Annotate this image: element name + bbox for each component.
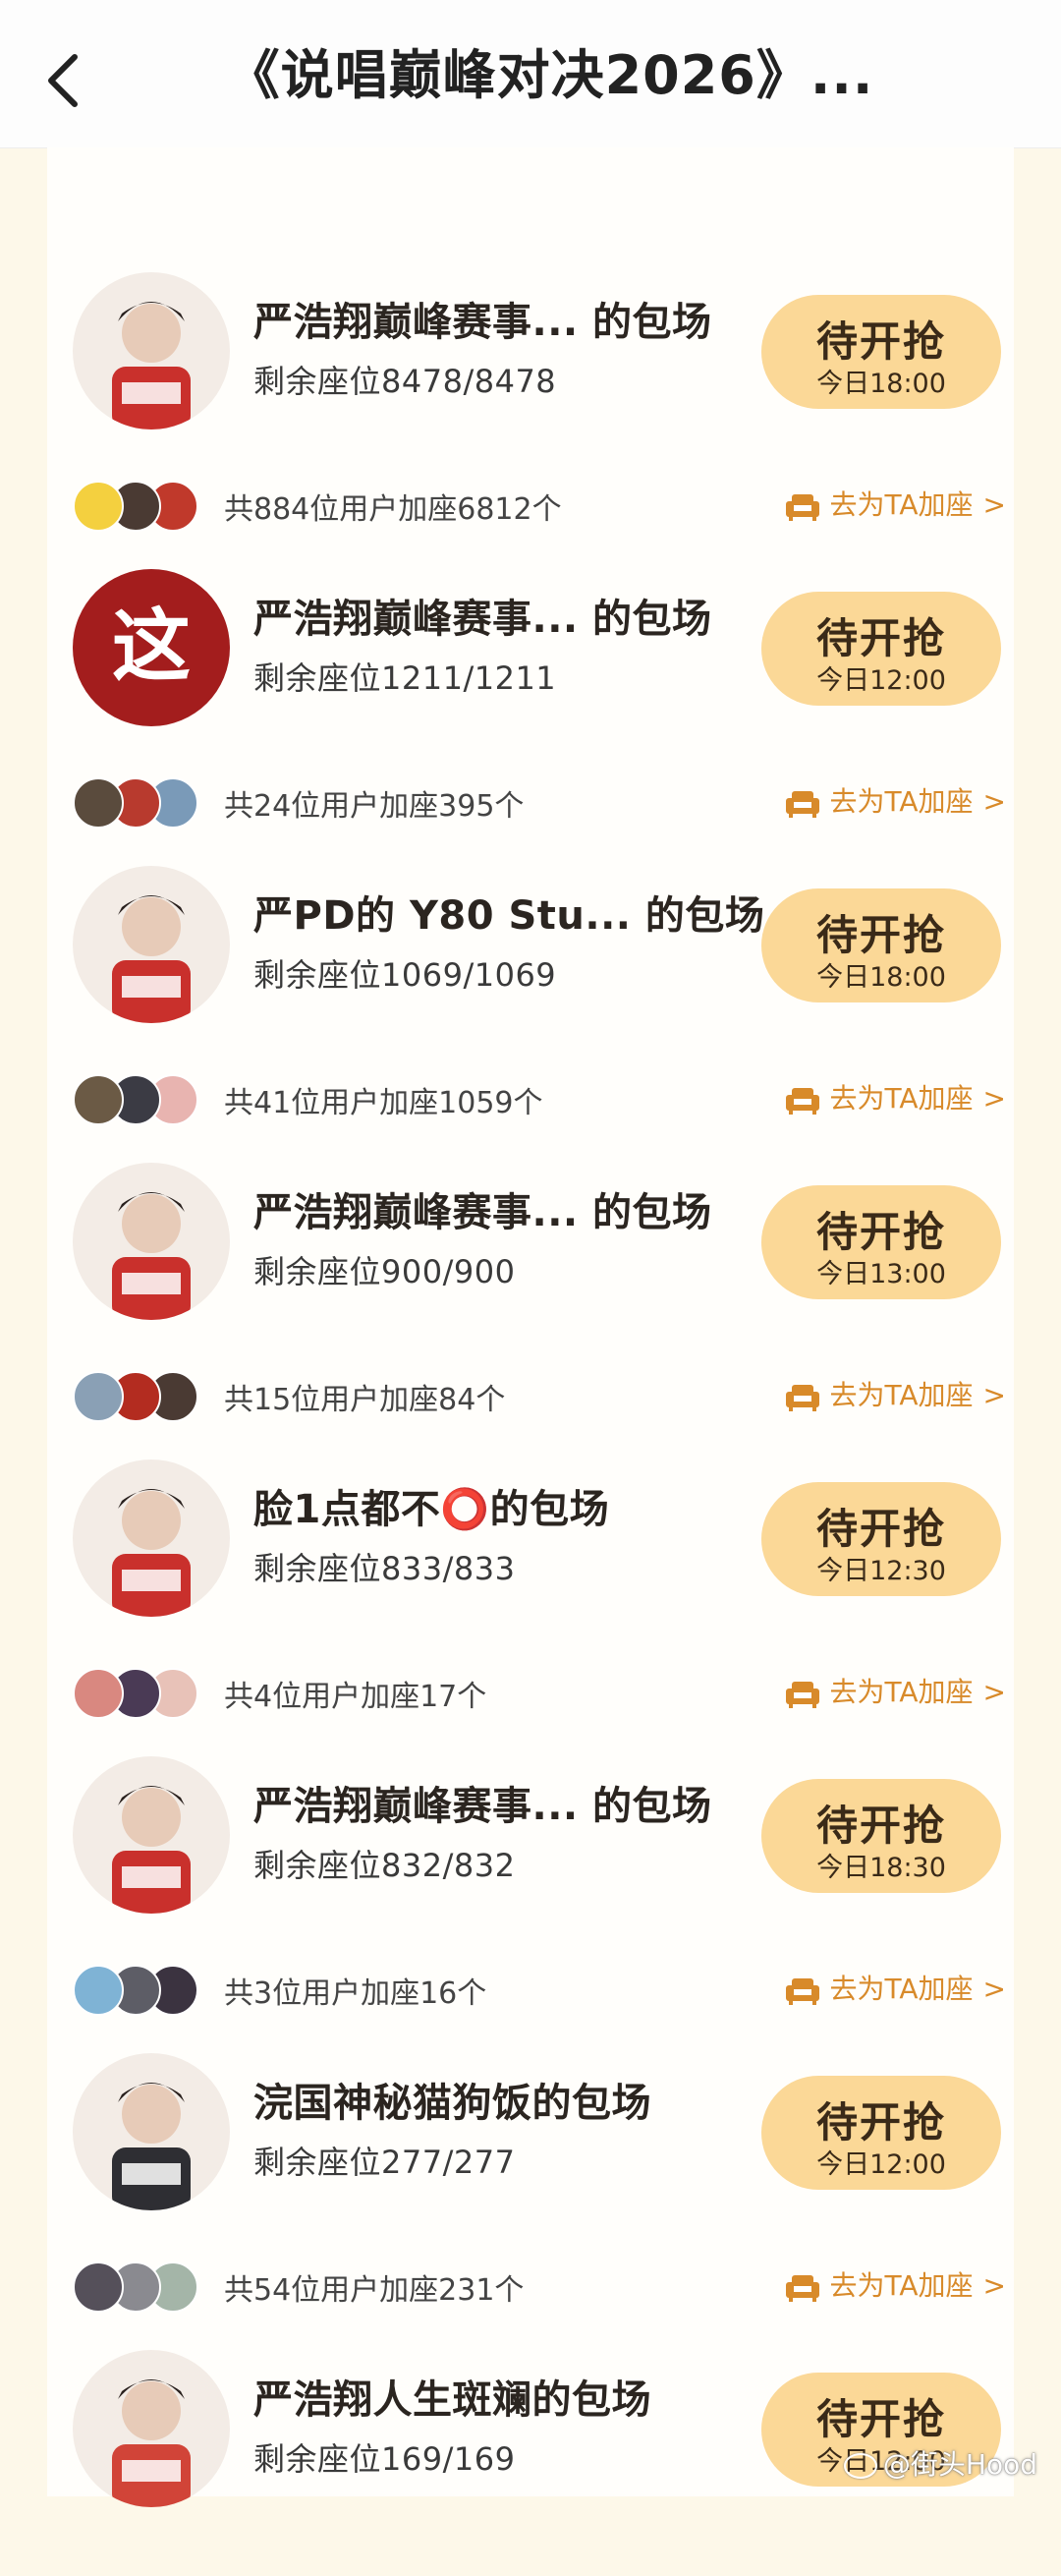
grab-ticket-button[interactable]: 待开抢 今日13:00 — [761, 1185, 1001, 1299]
remaining-seats: 剩余座位8478/8478 — [253, 363, 557, 400]
event-row[interactable]: 严PD的 Y80 Stu... 的包场剩余座位1069/1069 待开抢 今日18:… — [47, 795, 1014, 1125]
button-label: 待开抢 — [815, 2395, 946, 2443]
button-label: 待开抢 — [815, 317, 946, 366]
user-avatar — [73, 1371, 124, 1422]
back-arrow-icon[interactable] — [41, 51, 90, 110]
user-avatars — [73, 777, 210, 829]
event-title: 严浩翔巅峰赛事... 的包场 — [253, 300, 712, 345]
event-row[interactable]: 浣国神秘猫狗饭的包场 剩余座位277/277 待开抢 今日12:00 共54位用户加座2… — [47, 1982, 1014, 2313]
remaining-seats: 剩余座位169/169 — [253, 2440, 516, 2478]
button-label: 待开抢 — [815, 1505, 946, 1553]
event-row[interactable]: 严浩翔巅峰赛事... 的包场 剩余座位900/900 待开抢 今日13:00 共15位用… — [47, 1092, 1014, 1422]
grab-ticket-button[interactable]: 待开抢 今日18:30 — [761, 1779, 1001, 1893]
event-avatar[interactable] — [73, 272, 230, 429]
user-avatars — [73, 1965, 210, 2016]
event-list-panel: 严浩翔巅峰赛事... 的包场 剩余座位8478/8478 待开抢 今日18:00 共88… — [47, 147, 1014, 2507]
event-title: 严浩翔巅峰赛事... 的包场 — [253, 1784, 712, 1829]
event-row[interactable]: 严浩翔人生斑斓的包场 剩余座位169/169 待开抢 今日12:00 — [47, 2279, 1014, 2576]
user-avatar — [73, 481, 124, 532]
event-title: 严浩翔巅峰赛事... 的包场 — [253, 1190, 712, 1235]
event-row[interactable]: 严浩翔巅峰赛事... 的包场 剩余座位832/832 待开抢 今日18:30 共3位用户… — [47, 1686, 1014, 2016]
remaining-seats: 剩余座位832/832 — [253, 1847, 516, 1884]
event-list: 严浩翔巅峰赛事... 的包场 剩余座位8478/8478 待开抢 今日18:00 共88… — [47, 201, 1014, 2576]
weibo-icon — [843, 2453, 877, 2479]
start-time: 今日18:00 — [816, 962, 946, 993]
event-avatar[interactable] — [73, 2053, 230, 2210]
user-avatars — [73, 1668, 210, 1719]
start-time: 今日18:00 — [816, 369, 946, 399]
button-label: 待开抢 — [815, 1802, 946, 1850]
start-time: 今日12:00 — [816, 2149, 946, 2180]
event-avatar[interactable]: 这 — [73, 569, 230, 726]
remaining-seats: 剩余座位833/833 — [253, 1550, 516, 1587]
grab-ticket-button[interactable]: 待开抢 今日18:00 — [761, 295, 1001, 409]
event-row[interactable]: 脸1点都不⭕的包场 剩余座位833/833 待开抢 今日12:30 共4位用户加座17个… — [47, 1389, 1014, 1719]
start-time: 今日12:00 — [816, 665, 946, 696]
remaining-seats: 剩余座位1211/1211 — [253, 659, 557, 697]
start-time: 今日18:30 — [816, 1853, 946, 1883]
user-avatars — [73, 1074, 210, 1125]
nav-bar: 《说唱巅峰对决2026》... — [0, 0, 1061, 148]
user-avatars — [73, 2261, 210, 2313]
watermark: @街头Hood — [843, 2443, 1037, 2483]
page-title: 《说唱巅峰对决2026》... — [226, 44, 874, 106]
user-avatar — [73, 2261, 124, 2313]
start-time: 今日13:00 — [816, 1259, 946, 1289]
event-avatar[interactable] — [73, 1460, 230, 1617]
grab-ticket-button[interactable]: 待开抢 今日12:30 — [761, 1482, 1001, 1596]
user-avatars — [73, 481, 210, 532]
button-label: 待开抢 — [815, 1208, 946, 1256]
user-avatar — [73, 1074, 124, 1125]
grab-ticket-button[interactable]: 待开抢 今日12:00 — [761, 2076, 1001, 2190]
user-avatar — [73, 777, 124, 829]
grab-ticket-button[interactable]: 待开抢 今日18:00 — [761, 888, 1001, 1002]
button-label: 待开抢 — [815, 911, 946, 959]
user-avatar — [73, 1668, 124, 1719]
remaining-seats: 剩余座位900/900 — [253, 1253, 516, 1290]
grab-ticket-button[interactable]: 待开抢 今日12:00 — [761, 592, 1001, 706]
user-avatar — [73, 1965, 124, 2016]
event-avatar[interactable] — [73, 2350, 230, 2507]
button-label: 待开抢 — [815, 2098, 946, 2147]
start-time: 今日12:30 — [816, 1556, 946, 1586]
event-title: 脸1点都不⭕的包场 — [253, 1487, 610, 1532]
event-title: 严浩翔巅峰赛事... 的包场 — [253, 597, 712, 642]
user-avatars — [73, 1371, 210, 1422]
event-title: 浣国神秘猫狗饭的包场 — [253, 2081, 651, 2126]
event-row[interactable]: 这严浩翔巅峰赛事... 的包场 剩余座位1211/1211 待开抢 今日12:00 共2… — [47, 498, 1014, 829]
remaining-seats: 剩余座位1069/1069 — [253, 956, 557, 994]
event-row[interactable]: 严浩翔巅峰赛事... 的包场 剩余座位8478/8478 待开抢 今日18:00 共88… — [47, 201, 1014, 532]
event-avatar[interactable] — [73, 1163, 230, 1320]
avatar-text: 这 — [112, 601, 191, 692]
event-avatar[interactable] — [73, 866, 230, 1023]
remaining-seats: 剩余座位277/277 — [253, 2144, 516, 2181]
event-title: 严浩翔人生斑斓的包场 — [253, 2377, 651, 2423]
watermark-text: @街头Hood — [882, 2448, 1037, 2481]
event-avatar[interactable] — [73, 1756, 230, 1914]
button-label: 待开抢 — [815, 614, 946, 662]
event-title: 严PD的 Y80 Stu... 的包场 — [253, 893, 765, 939]
